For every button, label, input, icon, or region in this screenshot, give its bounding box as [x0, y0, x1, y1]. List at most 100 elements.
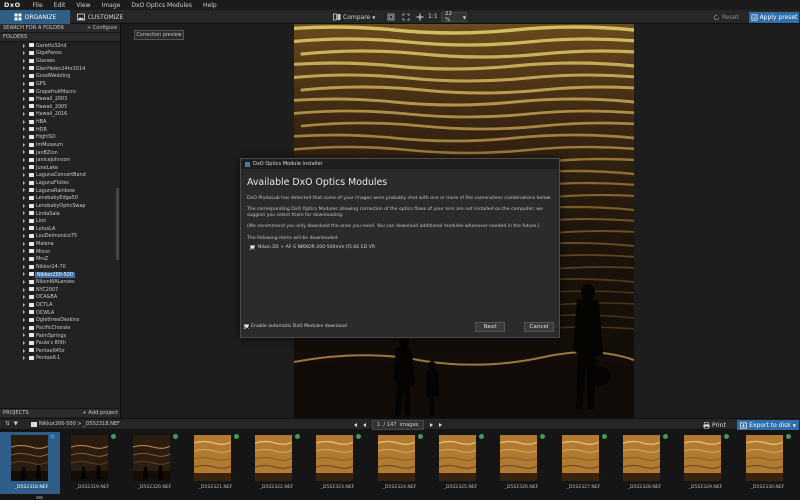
next-image-icon[interactable]	[429, 423, 433, 427]
folder-item[interactable]: OglethreeDeskins	[0, 317, 119, 325]
move-icon[interactable]	[416, 13, 424, 21]
expand-arrow-icon[interactable]	[23, 241, 25, 246]
expand-arrow-icon[interactable]	[23, 165, 25, 170]
expand-arrow-icon[interactable]	[23, 333, 25, 338]
expand-arrow-icon[interactable]	[23, 43, 25, 48]
filmstrip-thumbnail[interactable]: _D5S2329.NEF	[674, 432, 734, 494]
filmstrip-scrollbar[interactable]	[36, 496, 43, 499]
expand-arrow-icon[interactable]	[23, 203, 25, 208]
filmstrip-thumbnail[interactable]: _D5S2328.NEF	[613, 432, 673, 494]
folder-item[interactable]: Nikkor200-500	[0, 271, 119, 279]
folder-item[interactable]: Hawaii_2005	[0, 103, 119, 111]
folder-item[interactable]: OCTLA	[0, 301, 119, 309]
fit-screen-icon[interactable]	[387, 13, 395, 21]
folder-item[interactable]: GlenHelen24hr2014	[0, 65, 119, 73]
folders-scrollbar[interactable]	[116, 188, 119, 260]
folder-item[interactable]: LotusLA	[0, 225, 119, 233]
folder-item[interactable]: JuneLake	[0, 164, 119, 172]
expand-arrow-icon[interactable]	[23, 188, 25, 193]
expand-arrow-icon[interactable]	[23, 287, 25, 292]
expand-arrow-icon[interactable]	[23, 340, 25, 345]
menu-edit[interactable]: Edit	[54, 2, 66, 9]
expand-arrow-icon[interactable]	[23, 356, 25, 361]
expand-arrow-icon[interactable]	[23, 150, 25, 155]
expand-arrow-icon[interactable]	[23, 66, 25, 71]
expand-arrow-icon[interactable]	[23, 272, 25, 277]
folder-item[interactable]: LindaSala	[0, 210, 119, 218]
expand-arrow-icon[interactable]	[23, 218, 25, 223]
next-button[interactable]: Next	[475, 322, 505, 332]
expand-arrow-icon[interactable]	[23, 348, 25, 353]
folder-item[interactable]: PalmSprings	[0, 332, 119, 340]
expand-arrow-icon[interactable]	[23, 279, 25, 284]
expand-arrow-icon[interactable]	[23, 81, 25, 86]
filmstrip-thumbnail[interactable]: _D5S2326.NEF	[490, 432, 550, 494]
folder-item[interactable]: LensbabyEdge50	[0, 195, 119, 203]
folder-item[interactable]: Glasses	[0, 57, 119, 65]
export-to-disk-button[interactable]: Export to disk ▼	[737, 420, 799, 430]
filmstrip-thumbnail[interactable]: _D5S2324.NEF	[368, 432, 428, 494]
expand-arrow-icon[interactable]	[23, 257, 25, 261]
expand-arrow-icon[interactable]	[23, 196, 25, 200]
expand-arrow-icon[interactable]	[23, 96, 25, 101]
tab-customize[interactable]: CUSTOMIZE	[70, 10, 130, 24]
folder-item[interactable]: Paula's 80th	[0, 339, 119, 347]
fullscreen-icon[interactable]	[402, 13, 410, 21]
folder-item[interactable]: JaniceJohnson	[0, 156, 119, 164]
correction-preview-button[interactable]: Correction preview	[134, 30, 184, 40]
filmstrip-thumbnail[interactable]: _D5S2321.NEF	[184, 432, 244, 494]
filmstrip-thumbnail[interactable]: _D5S2318.NEF	[0, 432, 60, 494]
folder-item[interactable]: LagunaFlutes	[0, 179, 119, 187]
cancel-button[interactable]: Cancel	[524, 322, 554, 332]
expand-arrow-icon[interactable]	[23, 127, 25, 132]
expand-arrow-icon[interactable]	[23, 119, 25, 124]
compare-button[interactable]: Compare ▼	[333, 13, 375, 21]
expand-arrow-icon[interactable]	[23, 226, 25, 231]
folder-item[interactable]: ImMuseum	[0, 141, 119, 149]
last-image-icon[interactable]	[438, 423, 442, 427]
expand-arrow-icon[interactable]	[23, 325, 25, 330]
folder-item[interactable]: LensbabyOpticSwap	[0, 202, 119, 210]
add-project-button[interactable]: + Add project	[82, 410, 118, 416]
folder-item[interactable]: LouDelmonico75	[0, 233, 119, 241]
apply-preset-button[interactable]: Apply preset	[749, 12, 799, 23]
filmstrip-thumbnail[interactable]: _D5S2319.NEF	[61, 432, 121, 494]
folder-item[interactable]: OCA&BA	[0, 294, 119, 302]
expand-arrow-icon[interactable]	[23, 302, 25, 307]
filter-icon[interactable]: ▼	[14, 421, 18, 427]
first-image-icon[interactable]	[354, 423, 357, 427]
auto-download-option[interactable]: Enable automatic DxO Modules download	[244, 324, 347, 329]
expand-arrow-icon[interactable]	[23, 104, 25, 109]
folder-item[interactable]: Hawaii_2016	[0, 111, 119, 119]
download-item-checkbox[interactable]	[250, 245, 255, 250]
folder-item[interactable]: GoodWedding	[0, 73, 119, 81]
menu-help[interactable]: Help	[203, 2, 217, 9]
expand-arrow-icon[interactable]	[23, 58, 25, 63]
expand-arrow-icon[interactable]	[23, 112, 25, 117]
folder-item[interactable]: OCWLA	[0, 309, 119, 317]
auto-download-checkbox[interactable]	[244, 324, 249, 329]
configure-button[interactable]: + Configure	[87, 25, 117, 31]
folder-item[interactable]: NYC2007	[0, 286, 119, 294]
zoom-1-1-button[interactable]: 1:1	[428, 13, 438, 20]
expand-arrow-icon[interactable]	[23, 135, 25, 139]
folder-item[interactable]: Pentax645z	[0, 347, 119, 355]
expand-arrow-icon[interactable]	[23, 318, 25, 322]
menu-dxo-optics-modules[interactable]: DxO Optics Modules	[131, 2, 192, 9]
folder-item[interactable]: JanBZion	[0, 149, 119, 157]
folder-item[interactable]: GPS	[0, 80, 119, 88]
folder-search-bar[interactable]: SEARCH FOR A FOLDER + Configure	[0, 24, 120, 33]
menu-file[interactable]: File	[33, 2, 43, 9]
filmstrip-thumbnail[interactable]: _D5S2325.NEF	[429, 432, 489, 494]
folder-item[interactable]: GrapefruitMacro	[0, 88, 119, 96]
download-item[interactable]: Nikon D5 + AF-S NIKKOR 200-500mm f/5.6E …	[250, 245, 553, 250]
folder-item[interactable]: PentaxK-1	[0, 355, 119, 363]
filmstrip-thumbnail[interactable]: _D5S2322.NEF	[245, 432, 305, 494]
expand-arrow-icon[interactable]	[23, 173, 25, 178]
folder-item[interactable]: LagunaConcertBand	[0, 172, 119, 180]
filmstrip-thumbnail[interactable]: _D5S2320.NEF	[123, 432, 183, 494]
expand-arrow-icon[interactable]	[23, 234, 25, 239]
menu-image[interactable]: Image	[102, 2, 121, 9]
previous-image-icon[interactable]	[363, 423, 366, 427]
folder-item[interactable]: NikonWALenses	[0, 278, 119, 286]
